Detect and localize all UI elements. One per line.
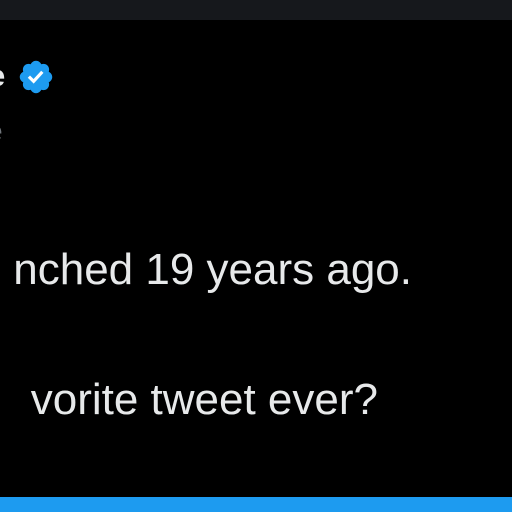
tweet-text-line: nched 19 years ago. (13, 245, 412, 294)
author-handle[interactable]: e (0, 114, 3, 150)
header-strip (0, 0, 512, 20)
blue-action-bar[interactable] (0, 497, 512, 512)
verified-badge-icon (19, 60, 53, 94)
tweet-text-line: vorite tweet ever? (30, 375, 378, 424)
author-display-name[interactable]: e (0, 58, 5, 94)
author-display-name-row[interactable]: e (0, 58, 17, 94)
